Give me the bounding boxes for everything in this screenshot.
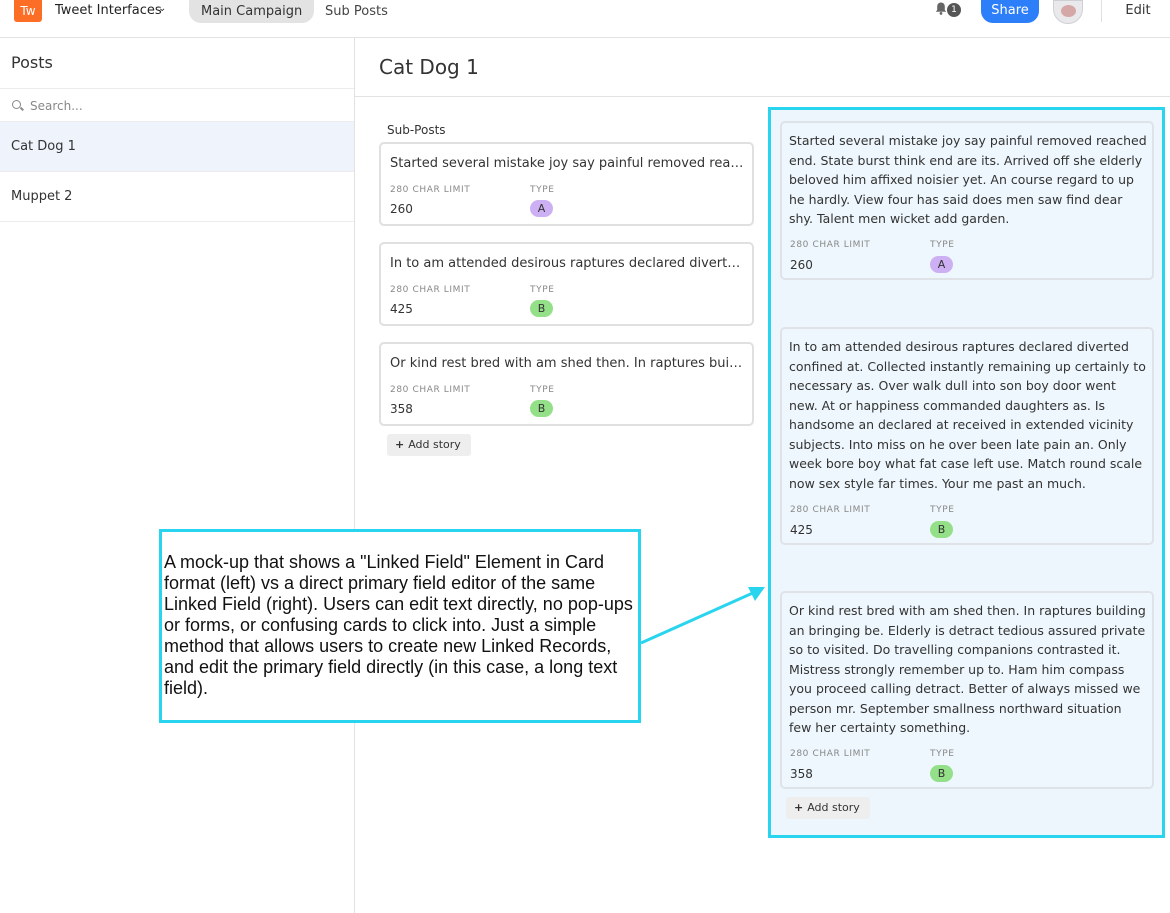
char-limit-value: 260 (790, 258, 813, 272)
char-limit-label: 280 CHAR LIMIT (390, 285, 471, 295)
record-header: Cat Dog 1 (355, 38, 1170, 97)
card-primary-text: Started several mistake joy say painful … (390, 156, 745, 171)
primary-field-text-editor[interactable]: Or kind rest bred with am shed then. In … (789, 601, 1147, 738)
annotation-callout: A mock-up that shows a "Linked Field" El… (159, 529, 641, 723)
char-limit-label: 280 CHAR LIMIT (390, 185, 471, 195)
char-limit-value: 260 (390, 202, 413, 216)
tab-main-campaign[interactable]: Main Campaign (189, 0, 315, 23)
search-bar (0, 88, 354, 122)
plus-icon: + (395, 438, 405, 451)
top-bar: Tw Tweet Interfaces ⌄ Main Campaign Sub … (0, 0, 1170, 38)
avatar[interactable] (1053, 0, 1083, 24)
type-label: TYPE (530, 385, 555, 395)
char-limit-label: 280 CHAR LIMIT (390, 385, 471, 395)
char-limit-value: 425 (790, 523, 813, 537)
editable-record-card[interactable]: Started several mistake joy say painful … (780, 121, 1154, 280)
bell-icon[interactable] (935, 2, 947, 15)
add-story-label: Add story (807, 801, 860, 814)
notification-badge: 1 (947, 3, 961, 17)
char-limit-value: 358 (390, 402, 413, 416)
sidebar-title: Posts (11, 53, 53, 72)
chevron-down-icon[interactable]: ⌄ (158, 3, 166, 14)
app-logo[interactable]: Tw (14, 0, 42, 22)
plus-icon: + (794, 801, 804, 814)
editable-record-card[interactable]: In to am attended desirous raptures decl… (780, 327, 1154, 545)
type-badge: B (930, 765, 953, 782)
type-badge: B (530, 300, 553, 317)
primary-field-text-editor[interactable]: Started several mistake joy say painful … (789, 131, 1147, 229)
type-badge: A (530, 200, 553, 217)
char-limit-label: 280 CHAR LIMIT (790, 240, 871, 250)
type-label: TYPE (530, 285, 555, 295)
char-limit-label: 280 CHAR LIMIT (790, 505, 871, 515)
linked-record-card[interactable]: Started several mistake joy say painful … (379, 142, 754, 226)
search-input[interactable] (30, 96, 330, 116)
sidebar-item-muppet-2[interactable]: Muppet 2 (0, 172, 354, 222)
char-limit-value: 358 (790, 767, 813, 781)
add-story-button[interactable]: + Add story (387, 434, 471, 456)
search-icon (12, 100, 21, 109)
primary-field-editor-panel: Started several mistake joy say painful … (768, 107, 1165, 838)
char-limit-label: 280 CHAR LIMIT (790, 749, 871, 759)
char-limit-value: 425 (390, 302, 413, 316)
editable-record-card[interactable]: Or kind rest bred with am shed then. In … (780, 591, 1154, 789)
type-badge: B (530, 400, 553, 417)
edit-button[interactable]: Edit (1116, 0, 1160, 22)
app-name[interactable]: Tweet Interfaces (55, 3, 162, 18)
tab-sub-posts[interactable]: Sub Posts (313, 0, 400, 23)
type-badge: B (930, 521, 953, 538)
add-story-button[interactable]: + Add story (786, 797, 870, 819)
share-button[interactable]: Share (981, 0, 1039, 23)
type-label: TYPE (930, 240, 955, 250)
type-label: TYPE (530, 185, 555, 195)
card-primary-text: Or kind rest bred with am shed then. In … (390, 356, 745, 371)
add-story-label: Add story (408, 438, 461, 451)
page-title: Cat Dog 1 (379, 55, 479, 79)
type-badge: A (930, 256, 953, 273)
type-label: TYPE (930, 749, 955, 759)
posts-sidebar: Posts Cat Dog 1 Muppet 2 (0, 38, 355, 913)
divider (1101, 0, 1102, 22)
card-primary-text: In to am attended desirous raptures decl… (390, 256, 745, 271)
sub-posts-label: Sub-Posts (387, 123, 446, 137)
primary-field-text-editor[interactable]: In to am attended desirous raptures decl… (789, 337, 1147, 493)
sidebar-item-cat-dog-1[interactable]: Cat Dog 1 (0, 122, 354, 172)
linked-record-card[interactable]: Or kind rest bred with am shed then. In … (379, 342, 754, 426)
linked-record-card[interactable]: In to am attended desirous raptures decl… (379, 242, 754, 326)
type-label: TYPE (930, 505, 955, 515)
